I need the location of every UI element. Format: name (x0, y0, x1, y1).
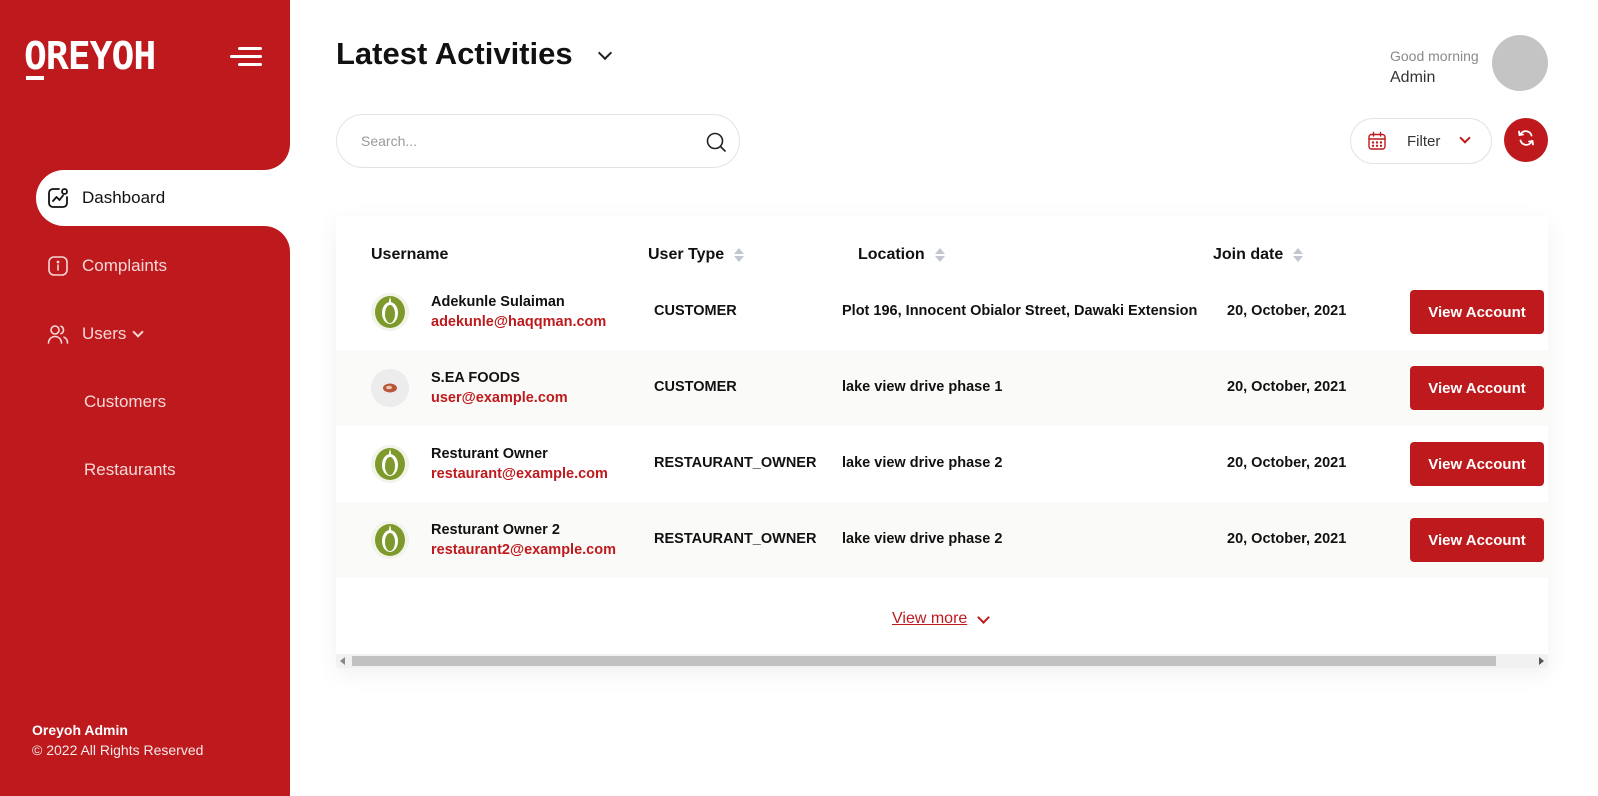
brand-logo[interactable]: OREYOH (24, 34, 156, 80)
info-icon (46, 254, 70, 278)
column-header-username: Username (371, 246, 448, 264)
sidebar-item-dashboard[interactable]: Dashboard (36, 170, 290, 226)
food-logo-avatar (371, 369, 409, 407)
column-label: User Type (648, 246, 725, 263)
table-row: S.EA FOODS user@example.com CUSTOMER lak… (336, 350, 1548, 426)
column-header-join-date[interactable]: Join date (1213, 246, 1304, 264)
greeting-text: Good morning (1390, 48, 1479, 64)
column-label: Location (858, 246, 925, 263)
footer-brand: Oreyoh Admin (32, 722, 128, 738)
sidebar-subitem-restaurants[interactable]: Restaurants (84, 460, 176, 480)
column-header-location[interactable]: Location (858, 246, 945, 264)
user-email[interactable]: restaurant2@example.com (431, 542, 616, 558)
filter-label: Filter (1407, 132, 1441, 150)
user-location: lake view drive phase 2 (842, 455, 1003, 471)
sidebar-subitem-customers[interactable]: Customers (84, 392, 166, 412)
user-type: RESTAURANT_OWNER (654, 531, 817, 547)
sidebar-item-label: Dashboard (82, 188, 166, 207)
user-location: Plot 196, Innocent Obialor Street, Dawak… (842, 303, 1198, 319)
view-account-button[interactable]: View Account (1410, 442, 1544, 486)
leaf-logo-avatar (371, 293, 409, 331)
refresh-icon (1516, 128, 1536, 153)
join-date: 20, October, 2021 (1227, 455, 1347, 471)
user-type: RESTAURANT_OWNER (654, 455, 817, 471)
view-account-button[interactable]: View Account (1410, 290, 1544, 334)
table-row: Resturant Owner restaurant@example.com R… (336, 426, 1548, 502)
view-more-link[interactable]: View more (892, 610, 991, 628)
scroll-left-arrow-icon[interactable] (340, 657, 345, 665)
active-curve-top (250, 130, 290, 170)
app-root: OREYOH Dashboard Complaints Users Custom… (0, 0, 1598, 796)
column-label: Username (371, 246, 449, 263)
leaf-logo-avatar (371, 521, 409, 559)
column-header-user-type[interactable]: User Type (648, 246, 745, 264)
horizontal-scrollbar[interactable] (336, 654, 1548, 668)
scrollbar-thumb[interactable] (352, 656, 1496, 666)
user-location: lake view drive phase 1 (842, 379, 1003, 395)
chart-activity-icon (46, 186, 70, 210)
sidebar-item-label: Complaints (82, 256, 168, 275)
table-row: Adekunle Sulaiman adekunle@haqqman.com C… (336, 274, 1548, 350)
user-name: Resturant Owner 2 (431, 522, 560, 538)
menu-toggle-icon[interactable] (228, 44, 262, 70)
calendar-icon (1367, 131, 1387, 151)
avatar[interactable] (1492, 35, 1548, 91)
user-email[interactable]: restaurant@example.com (431, 466, 608, 482)
user-name: Resturant Owner (431, 446, 548, 462)
sidebar: OREYOH Dashboard Complaints Users Custom… (0, 0, 290, 796)
chevron-down-icon (977, 610, 991, 624)
search-input[interactable] (361, 133, 691, 149)
user-email[interactable]: adekunle@haqqman.com (431, 314, 606, 330)
view-more-label: View more (892, 610, 968, 627)
sort-icon[interactable] (934, 247, 945, 263)
user-type: CUSTOMER (654, 303, 737, 319)
join-date: 20, October, 2021 (1227, 303, 1347, 319)
sidebar-item-label: Users (82, 324, 127, 343)
view-account-button[interactable]: View Account (1410, 366, 1544, 410)
sort-icon[interactable] (734, 247, 745, 263)
join-date: 20, October, 2021 (1227, 531, 1347, 547)
leaf-logo-avatar (371, 445, 409, 483)
sidebar-item-complaints[interactable]: Complaints (36, 238, 290, 294)
sort-icon[interactable] (1293, 247, 1304, 263)
user-name: Admin (1390, 69, 1436, 86)
filter-button[interactable]: Filter (1350, 118, 1492, 164)
sidebar-item-users[interactable]: Users (36, 306, 290, 362)
join-date: 20, October, 2021 (1227, 379, 1347, 395)
user-name: Adekunle Sulaiman (431, 294, 565, 310)
chevron-down-icon (132, 326, 145, 338)
user-type: CUSTOMER (654, 379, 737, 395)
table-row: Resturant Owner 2 restaurant2@example.co… (336, 502, 1548, 578)
chevron-down-icon[interactable] (597, 45, 613, 61)
refresh-button[interactable] (1504, 118, 1548, 162)
user-name: S.EA FOODS (431, 370, 520, 386)
search-bar (336, 114, 740, 168)
search-icon[interactable] (705, 131, 727, 153)
view-account-button[interactable]: View Account (1410, 518, 1544, 562)
user-email[interactable]: user@example.com (431, 390, 568, 406)
scroll-right-arrow-icon[interactable] (1539, 657, 1544, 665)
column-label: Join date (1213, 246, 1284, 263)
users-icon (46, 322, 70, 346)
chevron-down-icon (1459, 132, 1471, 144)
user-location: lake view drive phase 2 (842, 531, 1003, 547)
footer-copyright: © 2022 All Rights Reserved (32, 742, 204, 758)
activities-table: Username User Type Location Join date Ad… (336, 216, 1548, 668)
page-title: Latest Activities (336, 36, 573, 71)
